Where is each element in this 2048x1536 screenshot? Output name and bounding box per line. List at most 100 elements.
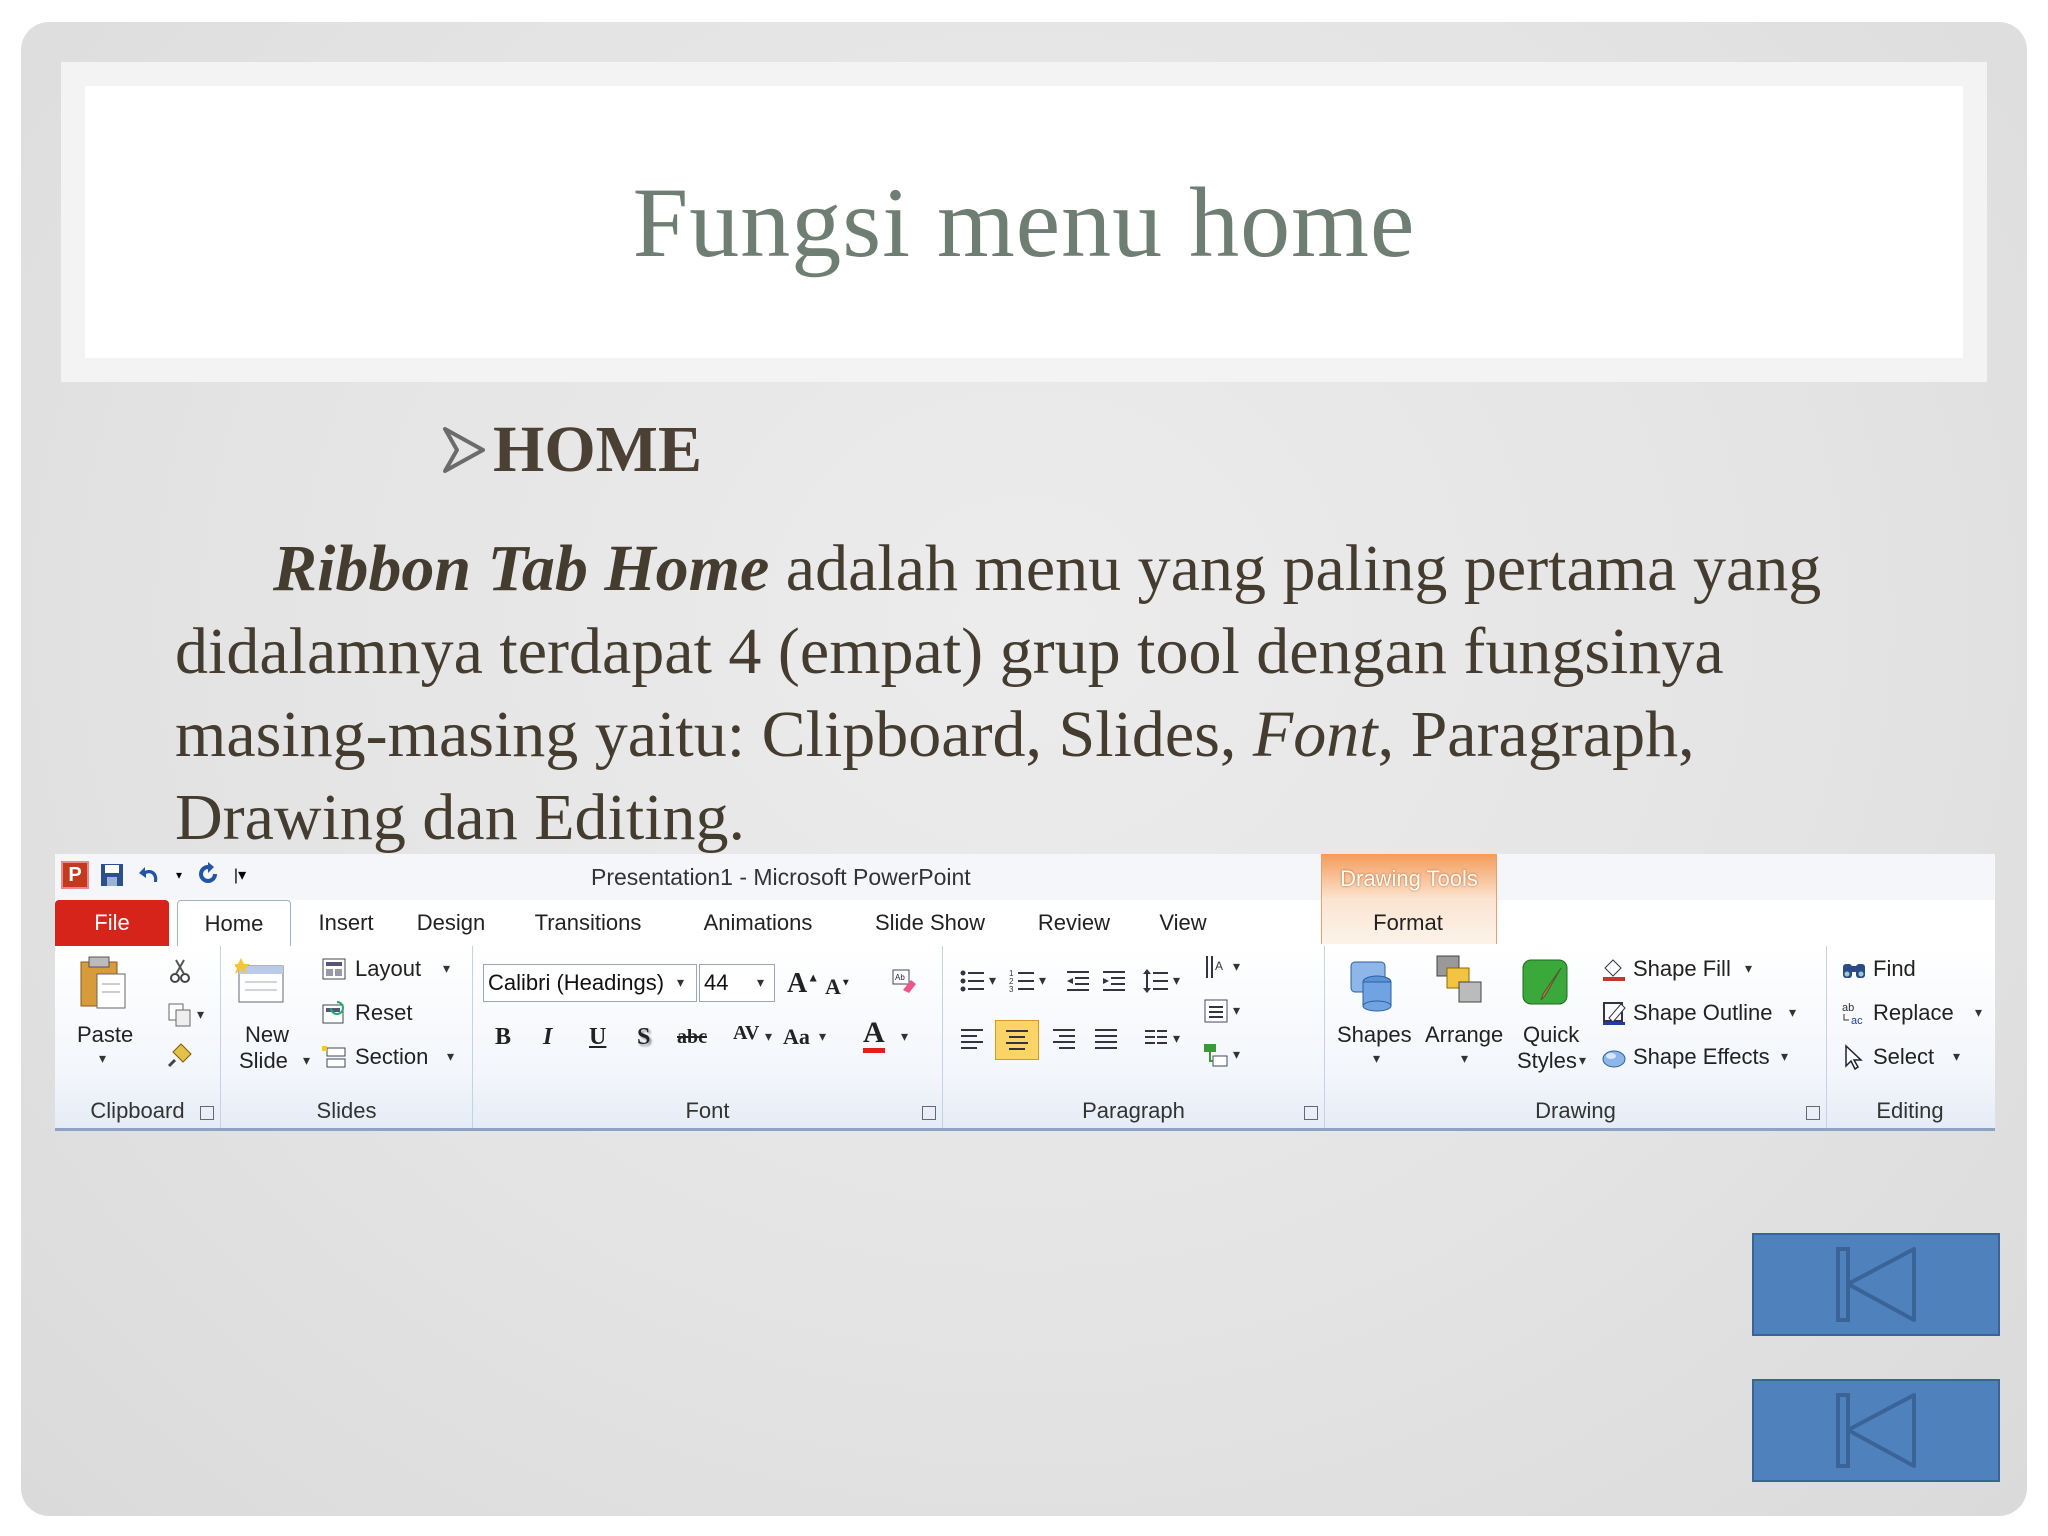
undo-dropdown-icon[interactable]: ▾: [173, 860, 185, 890]
tab-file[interactable]: File: [55, 900, 169, 946]
layout-dropdown-icon[interactable]: ▾: [443, 960, 450, 977]
find-label[interactable]: Find: [1873, 956, 1916, 982]
customize-qat-icon[interactable]: |▾: [231, 860, 249, 890]
drawing-launcher-icon[interactable]: [1806, 1106, 1820, 1120]
font-size-dropdown-icon[interactable]: ▾: [757, 974, 764, 991]
arrange-icon[interactable]: [1435, 954, 1487, 1010]
shrink-font-icon[interactable]: A▼: [825, 974, 851, 1000]
shape-effects-icon[interactable]: [1601, 1044, 1627, 1070]
grow-font-icon[interactable]: A▲: [787, 968, 819, 1000]
tab-slide-show[interactable]: Slide Show: [855, 900, 1005, 946]
tab-format[interactable]: Format: [1321, 900, 1495, 946]
columns-icon[interactable]: [1143, 1026, 1169, 1052]
paste-dropdown-icon[interactable]: ▾: [99, 1050, 106, 1067]
redo-icon[interactable]: [193, 860, 223, 890]
text-direction-dropdown-icon[interactable]: ▾: [1233, 958, 1240, 975]
select-label[interactable]: Select: [1873, 1044, 1934, 1070]
font-color-dropdown-icon[interactable]: ▾: [901, 1028, 908, 1045]
replace-icon[interactable]: abac: [1841, 1000, 1867, 1026]
find-icon[interactable]: [1841, 956, 1867, 982]
new-slide-icon[interactable]: [235, 956, 287, 1012]
italic-button[interactable]: I: [543, 1024, 552, 1051]
shape-outline-dropdown-icon[interactable]: ▾: [1789, 1004, 1796, 1021]
copy-icon[interactable]: [167, 1002, 193, 1028]
align-text-dropdown-icon[interactable]: ▾: [1233, 1002, 1240, 1019]
select-icon[interactable]: [1841, 1044, 1867, 1070]
tab-view[interactable]: View: [1141, 900, 1225, 946]
paragraph-launcher-icon[interactable]: [1304, 1106, 1318, 1120]
justify-icon[interactable]: [1093, 1026, 1119, 1052]
numbering-dropdown-icon[interactable]: ▾: [1039, 972, 1046, 989]
clipboard-launcher-icon[interactable]: [200, 1106, 214, 1120]
shapes-dropdown-icon[interactable]: ▾: [1373, 1050, 1380, 1067]
spacing-dropdown-icon[interactable]: ▾: [765, 1028, 772, 1045]
first-slide-button-1[interactable]: [1752, 1233, 2000, 1336]
arrange-label[interactable]: Arrange: [1425, 1022, 1503, 1048]
font-color-button[interactable]: A: [863, 1018, 885, 1053]
font-launcher-icon[interactable]: [922, 1106, 936, 1120]
tab-animations[interactable]: Animations: [683, 900, 833, 946]
new-slide-label-2[interactable]: Slide: [239, 1048, 288, 1074]
font-name-dropdown-icon[interactable]: ▾: [677, 974, 684, 991]
tab-design[interactable]: Design: [401, 900, 501, 946]
character-spacing-button[interactable]: AV: [733, 1022, 759, 1045]
undo-icon[interactable]: [135, 860, 165, 890]
increase-indent-icon[interactable]: [1101, 968, 1127, 994]
format-painter-icon[interactable]: [167, 1042, 193, 1068]
shape-outline-label[interactable]: Shape Outline: [1633, 1000, 1772, 1026]
shapes-icon[interactable]: [1347, 956, 1399, 1012]
new-slide-dropdown-icon[interactable]: ▾: [303, 1052, 310, 1069]
reset-label[interactable]: Reset: [355, 1000, 412, 1026]
line-spacing-icon[interactable]: [1143, 968, 1169, 994]
bold-button[interactable]: B: [495, 1024, 511, 1051]
smartart-icon[interactable]: [1203, 1042, 1229, 1068]
align-right-icon[interactable]: [1051, 1026, 1077, 1052]
text-direction-icon[interactable]: A: [1203, 954, 1229, 980]
align-left-icon[interactable]: [959, 1026, 985, 1052]
shape-effects-label[interactable]: Shape Effects: [1633, 1044, 1770, 1070]
change-case-button[interactable]: Aa: [783, 1024, 810, 1050]
align-text-icon[interactable]: [1203, 998, 1229, 1024]
shape-outline-icon[interactable]: [1601, 1000, 1627, 1026]
bullets-dropdown-icon[interactable]: ▾: [989, 972, 996, 989]
underline-button[interactable]: U: [589, 1024, 606, 1051]
font-name-combo[interactable]: Calibri (Headings): [483, 964, 697, 1002]
save-icon[interactable]: [97, 860, 127, 890]
paste-label[interactable]: Paste: [77, 1022, 133, 1048]
shape-fill-icon[interactable]: [1601, 956, 1627, 982]
replace-label[interactable]: Replace: [1873, 1000, 1954, 1026]
section-dropdown-icon[interactable]: ▾: [447, 1048, 454, 1065]
case-dropdown-icon[interactable]: ▾: [819, 1028, 826, 1045]
tab-home[interactable]: Home: [177, 900, 291, 948]
tab-review[interactable]: Review: [1019, 900, 1129, 946]
paste-icon[interactable]: [77, 954, 129, 1010]
align-center-button[interactable]: [995, 1020, 1039, 1060]
select-dropdown-icon[interactable]: ▾: [1953, 1048, 1960, 1065]
section-label[interactable]: Section: [355, 1044, 428, 1070]
numbering-icon[interactable]: 123: [1009, 968, 1035, 994]
quick-styles-icon[interactable]: [1521, 954, 1573, 1010]
line-spacing-dropdown-icon[interactable]: ▾: [1173, 972, 1180, 989]
quick-styles-label-2[interactable]: Styles: [1517, 1048, 1577, 1074]
strikethrough-button[interactable]: abc: [677, 1026, 707, 1049]
copy-dropdown-icon[interactable]: ▾: [197, 1006, 204, 1023]
replace-dropdown-icon[interactable]: ▾: [1975, 1004, 1982, 1021]
decrease-indent-icon[interactable]: [1065, 968, 1091, 994]
powerpoint-app-icon[interactable]: P: [61, 861, 89, 889]
quick-styles-label-1[interactable]: Quick: [1523, 1022, 1579, 1048]
cut-icon[interactable]: [167, 958, 193, 984]
reset-icon[interactable]: [321, 1000, 347, 1026]
shadow-button[interactable]: S: [637, 1024, 650, 1051]
shape-effects-dropdown-icon[interactable]: ▾: [1781, 1048, 1788, 1065]
quick-styles-dropdown-icon[interactable]: ▾: [1579, 1052, 1586, 1069]
tab-transitions[interactable]: Transitions: [513, 900, 663, 946]
shape-fill-label[interactable]: Shape Fill: [1633, 956, 1731, 982]
section-icon[interactable]: [321, 1044, 347, 1070]
first-slide-button-2[interactable]: [1752, 1379, 2000, 1482]
new-slide-label-1[interactable]: New: [245, 1022, 289, 1048]
layout-icon[interactable]: [321, 956, 347, 982]
shape-fill-dropdown-icon[interactable]: ▾: [1745, 960, 1752, 977]
clear-formatting-icon[interactable]: Ab: [891, 968, 917, 994]
smartart-dropdown-icon[interactable]: ▾: [1233, 1046, 1240, 1063]
bullets-icon[interactable]: [959, 968, 985, 994]
